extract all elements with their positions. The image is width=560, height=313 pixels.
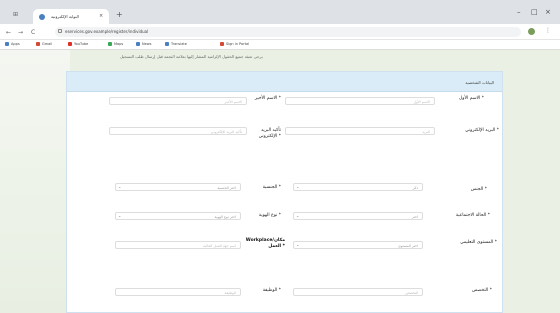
job-label: الوظيفة * (262, 288, 281, 293)
translate-icon (165, 42, 169, 46)
education-label: المستوى التعليمي * (460, 240, 497, 245)
bookmark-youtube[interactable]: YouTube (68, 42, 88, 46)
workplace-placeholder: اسم جهة العمل الحالية (203, 243, 236, 248)
id-type-value: اختر نوع الهوية (214, 214, 236, 219)
email-label: البريد الإلكتروني * (465, 128, 499, 133)
qualification-label: التخصص * (472, 288, 492, 293)
workplace-input[interactable]: اسم جهة العمل الحالية (115, 241, 241, 249)
bookmark-portal[interactable]: Sign in Portal (220, 42, 249, 46)
bookmark-label: Gmail (42, 42, 53, 46)
tab-close-icon[interactable]: × (99, 13, 103, 19)
address-bar[interactable]: eservices.gov.example/register/individua… (55, 27, 521, 37)
bookmark-translate[interactable]: Translate (165, 42, 187, 46)
tab-favicon-icon (39, 14, 45, 20)
bookmark-label: Translate (171, 42, 187, 46)
maximize-button[interactable]: □ (531, 8, 538, 16)
bookmark-label: Maps (114, 42, 124, 46)
kebab-menu-icon[interactable]: ⋮ (545, 27, 551, 34)
page-watermark (0, 50, 70, 313)
bookmark-label: Apps (11, 42, 20, 46)
education-value: اختر المستوى (397, 243, 418, 248)
bookmark-apps[interactable]: Apps (5, 42, 20, 46)
bookmark-label: Sign in Portal (226, 42, 250, 46)
close-window-button[interactable]: × (545, 8, 551, 16)
email-placeholder: البريد (422, 129, 430, 134)
marital-status-select[interactable]: ⌄ اختر (293, 212, 423, 220)
chevron-down-icon: ⌄ (296, 242, 300, 247)
qualification-placeholder: التخصص (405, 290, 418, 295)
new-tab-button[interactable]: + (116, 10, 123, 19)
lock-icon (58, 29, 62, 33)
form-title: البيانات الشخصية (465, 80, 494, 85)
workplace-label: Workplace/مكان العمل * (245, 238, 285, 249)
browser-toolbar: ← → C eservices.gov.example/register/ind… (0, 24, 560, 40)
first-name-input[interactable]: الاسم الأول (285, 97, 435, 105)
forward-button[interactable]: → (18, 29, 23, 36)
gender-value: ذكر (412, 185, 418, 190)
education-select[interactable]: ⌄ اختر المستوى (293, 241, 423, 249)
tab-bar: ⊞ البوابة الإلكترونية × + – □ × (0, 0, 560, 24)
confirm-email-input[interactable]: تأكيد البريد الإلكتروني (109, 127, 247, 135)
browser-tab[interactable]: البوابة الإلكترونية × (33, 9, 109, 24)
chevron-down-icon: ⌄ (118, 184, 122, 189)
confirm-email-placeholder: تأكيد البريد الإلكتروني (210, 129, 242, 134)
registration-form-card: البيانات الشخصية الاسم الأول * الاسم الأ… (66, 71, 503, 313)
job-placeholder: الوظيفة (224, 290, 236, 295)
notice-text: يرجى تعبئة جميع الحقول الإلزامية المشار … (120, 54, 263, 59)
last-name-label: الاسم الأخير * (254, 96, 281, 101)
nationality-label: الجنسية * (262, 185, 281, 190)
qualification-input[interactable]: التخصص (293, 288, 423, 296)
bookmark-maps[interactable]: Maps (108, 42, 123, 46)
news-icon (136, 42, 140, 46)
first-name-label: الاسم الأول * (459, 96, 484, 101)
browser-menu-icon[interactable]: ⊞ (13, 11, 18, 18)
marital-status-label: الحالة الاجتماعية * (455, 213, 490, 218)
bookmark-label: News (142, 42, 152, 46)
bookmark-label: YouTube (74, 42, 89, 46)
job-input[interactable]: الوظيفة (115, 288, 241, 296)
form-header: البيانات الشخصية (67, 72, 502, 92)
apps-icon (5, 42, 9, 46)
address-url[interactable]: eservices.gov.example/register/individua… (65, 29, 148, 34)
bookmark-gmail[interactable]: Gmail (36, 42, 52, 46)
chevron-down-icon: ⌄ (296, 213, 300, 218)
gmail-icon (36, 42, 40, 46)
first-name-placeholder: الاسم الأول (413, 99, 430, 104)
bookmarks-bar: Apps Gmail YouTube Maps News Translate S… (0, 40, 560, 50)
portal-icon (220, 42, 224, 46)
gender-label: الجنس * (470, 187, 487, 192)
id-type-label: نوع الهوية * (258, 213, 281, 218)
last-name-input[interactable]: الاسم الأخير (109, 97, 247, 105)
youtube-icon (68, 42, 72, 46)
marital-status-value: اختر (411, 214, 418, 219)
back-button[interactable]: ← (6, 29, 11, 36)
minimize-button[interactable]: – (517, 8, 521, 16)
id-type-select[interactable]: ⌄ اختر نوع الهوية (115, 212, 241, 220)
bookmark-news[interactable]: News (136, 42, 151, 46)
confirm-email-label: تأكيد البريد الإلكتروني * (258, 128, 281, 139)
gender-select[interactable]: ⌄ ذكر (293, 183, 423, 191)
last-name-placeholder: الاسم الأخير (224, 99, 242, 104)
chevron-down-icon: ⌄ (118, 213, 122, 218)
maps-icon (108, 42, 112, 46)
nationality-select[interactable]: ⌄ اختر الجنسية (115, 183, 241, 191)
tab-title: البوابة الإلكترونية (51, 14, 79, 19)
reload-button[interactable]: C (31, 29, 35, 36)
chevron-down-icon: ⌄ (296, 184, 300, 189)
email-input[interactable]: البريد (285, 127, 435, 135)
nationality-value: اختر الجنسية (217, 185, 236, 190)
profile-avatar-icon[interactable] (528, 28, 535, 35)
